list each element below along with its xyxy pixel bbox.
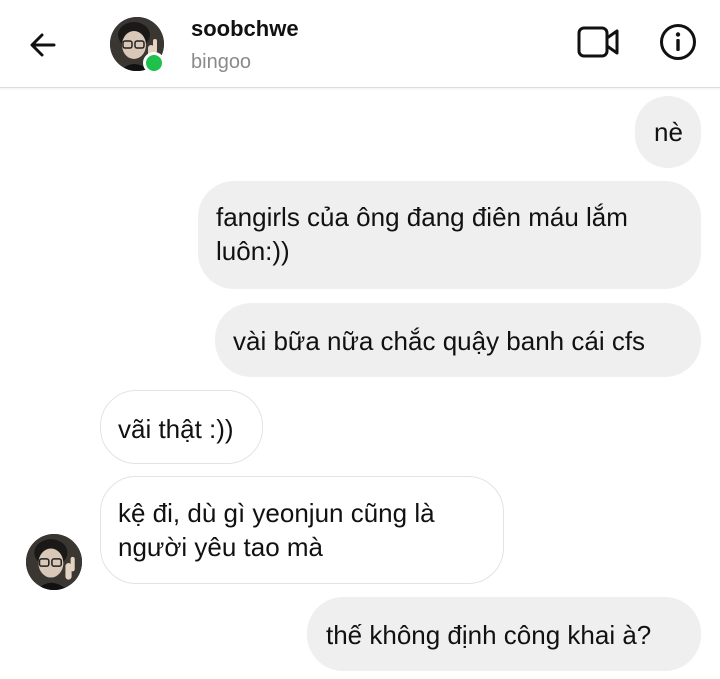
message-text: thế không định công khai à? [326,620,652,650]
message-text: vãi thật :)) [118,414,234,444]
message-bubble-incoming[interactable]: kệ đi, dù gì yeonjun cũng là người yêu t… [100,476,504,584]
message-text: kệ đi, dù gì yeonjun cũng là [118,498,435,528]
chat-subtitle: bingoo [191,51,252,73]
video-camera-icon[interactable] [574,20,622,64]
message-text: vài bữa nữa chắc quậy banh cái cfs [233,326,646,356]
message-text: fangirls của ông đang điên máu lắm [216,202,628,232]
message-bubble-outgoing[interactable]: vài bữa nữa chắc quậy banh cái cfs [215,303,701,377]
online-status-dot [143,52,165,74]
message-bubble-outgoing[interactable]: fangirls của ông đang điên máu lắm luôn:… [198,181,701,289]
message-text: người yêu tao mà [118,532,324,562]
message-text: luôn:)) [216,236,290,266]
message-bubble-outgoing[interactable]: thế không định công khai à? [307,597,701,671]
message-bubble-incoming[interactable]: vãi thật :)) [100,390,263,464]
back-arrow-icon[interactable] [22,24,64,66]
info-icon[interactable] [654,20,702,64]
message-bubble-outgoing[interactable]: nè [635,96,701,168]
message-text: nè [654,117,683,147]
chat-username[interactable]: soobchwe [191,16,299,42]
chat-header: soobchwe bingoo [0,0,720,88]
sender-avatar[interactable] [26,534,82,590]
